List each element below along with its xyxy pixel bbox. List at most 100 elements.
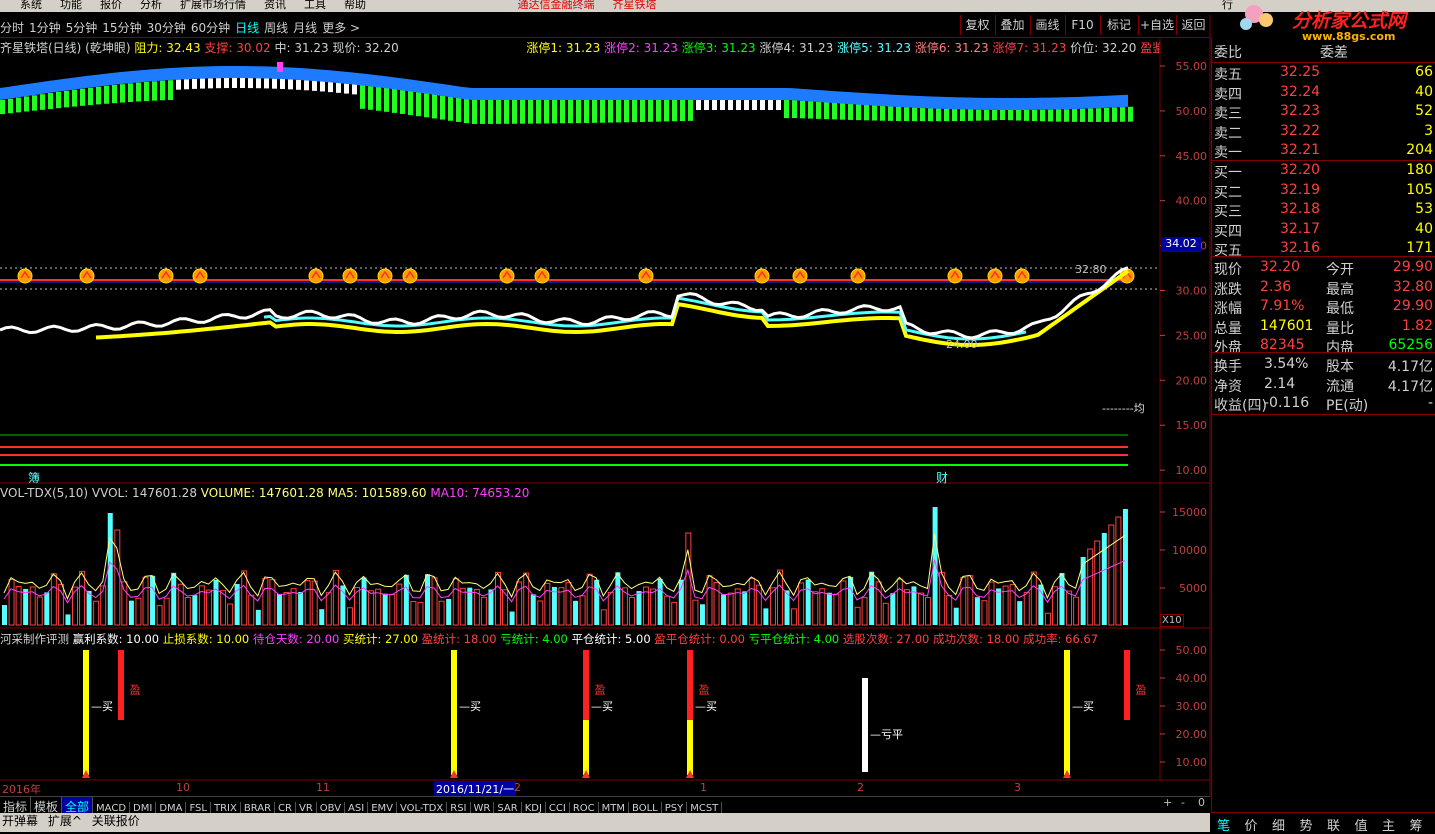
buy-row: 买二 32.19 105	[1212, 182, 1435, 201]
volume-unit: X10	[1160, 614, 1184, 627]
indicator-bar	[584, 100, 589, 123]
volume-bar	[615, 572, 621, 625]
volume-bar	[163, 597, 170, 626]
volume-bar	[368, 590, 375, 626]
eval-stat: 成功率: 66.67	[1023, 632, 1099, 646]
indicator-bar	[368, 86, 373, 110]
indicator-bar	[360, 85, 365, 109]
zoom-controls: + - 0	[1160, 796, 1210, 812]
indicator-bar	[256, 78, 261, 89]
volume-bar	[974, 597, 980, 625]
stat-label: 量比	[1326, 320, 1354, 337]
eval-stat: 买统计: 27.00	[342, 632, 418, 646]
sell-price: 32.23	[1280, 103, 1321, 119]
zoom-out-button[interactable]: -	[1181, 796, 1185, 809]
quote-tab[interactable]: 价	[1245, 815, 1258, 834]
stat-value: 2.14	[1264, 375, 1296, 392]
indicator-bar	[656, 100, 661, 122]
eval-stat: 选股次数: 27.00	[842, 632, 930, 646]
indicator-bar	[896, 106, 901, 121]
indicator-bar	[152, 81, 157, 101]
signal-label: —买	[91, 700, 113, 713]
indicator-bar	[416, 92, 421, 117]
volume-bar	[643, 586, 650, 626]
indicator-bar	[56, 91, 61, 109]
indicator-bar	[1008, 109, 1013, 121]
indicator-bar	[520, 100, 525, 124]
volume-bar	[671, 601, 678, 626]
quote-tab[interactable]: 笔	[1217, 815, 1230, 834]
zoom-reset-button[interactable]: 0	[1198, 796, 1205, 809]
volume-bar	[734, 588, 741, 626]
buy-bar	[583, 720, 589, 775]
indicator-bar	[752, 100, 757, 110]
indicator-bar	[176, 79, 181, 90]
buy-price: 32.19	[1280, 181, 1321, 198]
volume-bar	[121, 581, 128, 626]
y-tick-label: 25.00	[1176, 329, 1208, 342]
volume-bar	[607, 591, 614, 626]
zoom-in-button[interactable]: +	[1163, 796, 1172, 809]
quote-tab[interactable]: 主	[1382, 815, 1395, 834]
indicator-bar	[592, 100, 597, 123]
buy-price: 32.17	[1280, 220, 1321, 237]
time-cursor-label: 2016/11/21/一	[434, 781, 517, 797]
buy-bar	[1064, 650, 1070, 775]
quote-tab[interactable]: 细	[1272, 815, 1285, 834]
volume-bar	[896, 578, 903, 626]
lose_flat-bar	[862, 678, 868, 772]
buy-label: 买一	[1214, 165, 1242, 181]
stat-value: 147601	[1260, 317, 1314, 334]
sell-price: 32.21	[1280, 142, 1321, 158]
indicator-bar	[248, 78, 253, 89]
quote-tab[interactable]: 筹	[1410, 815, 1423, 834]
indicator-bar	[504, 100, 509, 124]
indicator-bar	[680, 100, 685, 122]
indicator-bar	[528, 100, 533, 124]
indicator-bar	[736, 100, 741, 110]
stat-value: 2.36	[1260, 278, 1292, 295]
stat-value: 82345	[1260, 337, 1305, 353]
buy-price: 32.16	[1280, 240, 1321, 256]
volume-bar	[319, 609, 325, 625]
volume-bar	[171, 572, 177, 625]
footer-bar: 开弹幕 扩展^ 关联报价	[0, 813, 1210, 832]
volume-bar	[1108, 524, 1115, 626]
stat-row: 收益(四) -0.116 PE(动) -	[1212, 395, 1435, 414]
indicator-bar	[1064, 109, 1069, 122]
indicator-bar	[960, 109, 965, 122]
volume-bar	[996, 588, 1002, 625]
quote-tab[interactable]: 联	[1327, 815, 1340, 834]
indicator-bar	[0, 100, 5, 115]
stat-label: 涨幅	[1214, 301, 1242, 317]
indicator-bar	[192, 78, 197, 89]
indicator-bar	[488, 100, 493, 124]
indicator-bar	[600, 100, 605, 123]
stat-value: 7.91%	[1260, 298, 1305, 314]
buy-volume: 105	[1406, 181, 1433, 198]
sell-row: 卖五 32.25 66	[1212, 64, 1435, 83]
indicator-bar	[48, 93, 53, 109]
stat-row: 涨跌 2.36 最高 32.80	[1212, 279, 1435, 298]
volume-bar	[692, 599, 699, 626]
divider	[1211, 160, 1435, 161]
volume-bar	[156, 605, 163, 626]
quote-tab[interactable]: 势	[1300, 815, 1313, 834]
indicator-bar	[288, 79, 293, 90]
volume-bar	[205, 589, 212, 626]
indicator-bar	[88, 87, 93, 106]
linked-quote-button[interactable]: 关联报价	[92, 814, 140, 828]
volume-bar	[473, 588, 480, 626]
stat-row: 换手 3.54% 股本 4.17亿	[1212, 356, 1435, 375]
indicator-bar	[24, 96, 29, 112]
indicator-bar	[984, 109, 989, 121]
quote-tab[interactable]: 值	[1355, 815, 1368, 834]
expand-button[interactable]: 扩展^	[48, 814, 82, 828]
indicator-bar	[1040, 109, 1045, 122]
danmu-button[interactable]: 开弹幕	[2, 814, 38, 828]
indicator-bar	[456, 97, 461, 122]
volume-bar	[142, 576, 149, 626]
volume-bar	[579, 595, 586, 626]
indicator-bar	[8, 98, 13, 114]
kline-chart-area[interactable]: 55.0050.0045.0040.0035.0030.0025.0020.00…	[0, 0, 1212, 797]
